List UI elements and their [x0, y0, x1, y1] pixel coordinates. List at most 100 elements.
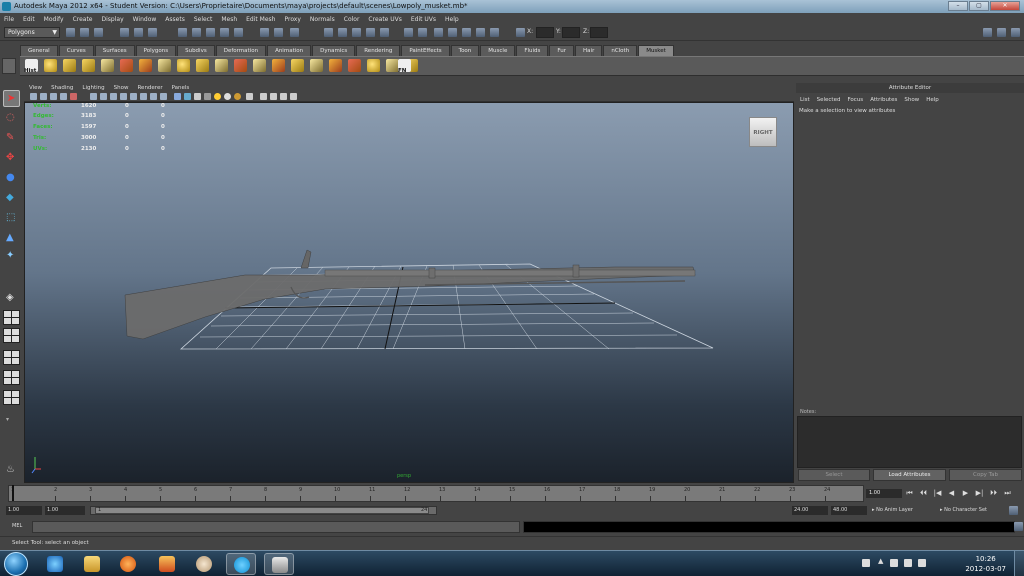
go-to-end-button[interactable]: ⏭ — [1002, 488, 1013, 498]
select-by-component-icon[interactable] — [148, 28, 157, 37]
tab-general[interactable]: General — [20, 45, 58, 56]
tab-deformation[interactable]: Deformation — [215, 45, 267, 56]
xray-joints-icon[interactable] — [260, 93, 267, 100]
menu-create[interactable]: Create — [73, 16, 93, 23]
menu-select[interactable]: Select — [194, 16, 213, 23]
volume-icon[interactable] — [918, 559, 926, 567]
menu-assets[interactable]: Assets — [165, 16, 185, 23]
smooth-wireframe-icon[interactable] — [290, 93, 297, 100]
range-slider-handle[interactable] — [95, 507, 429, 514]
taskbar-skype[interactable] — [226, 553, 256, 575]
lasso-tool-button[interactable]: ◌ — [3, 110, 20, 127]
time-slider[interactable]: 1 2 3 4 5 6 7 8 9 10 11 12 13 14 15 16 1… — [8, 485, 864, 502]
persp-graph-layout-button[interactable] — [3, 350, 20, 365]
layer-editor-toggle-icon[interactable] — [476, 28, 485, 37]
tab-ncloth[interactable]: nCloth — [603, 45, 638, 56]
hypershade-icon[interactable] — [380, 28, 389, 37]
playback-start-field[interactable]: 1.00 — [45, 506, 85, 515]
attr-menu-selected[interactable]: Selected — [817, 97, 841, 103]
insert-edge-loop-icon[interactable] — [291, 59, 304, 72]
tool-settings-toggle-icon[interactable] — [448, 28, 457, 37]
toggle-attribute-editor-icon[interactable] — [1011, 28, 1020, 37]
attr-menu-list[interactable]: List — [800, 97, 810, 103]
merge-vertices-icon[interactable] — [329, 59, 342, 72]
backface-culling-icon[interactable] — [280, 93, 287, 100]
hypershade-layout-button[interactable] — [3, 370, 20, 385]
persp-outliner-layout-button[interactable] — [3, 328, 20, 343]
attr-menu-attributes[interactable]: Attributes — [870, 97, 897, 103]
bevel-icon[interactable] — [348, 59, 361, 72]
panel-menu-view[interactable]: View — [29, 85, 42, 91]
xray-icon[interactable] — [184, 93, 191, 100]
mel-command-input[interactable] — [32, 521, 520, 533]
render-settings-icon[interactable] — [366, 28, 375, 37]
menu-help[interactable]: Help — [445, 16, 459, 23]
step-back-key-button[interactable]: ⏴⏴ — [918, 488, 929, 498]
bookmarks-icon[interactable] — [50, 93, 57, 100]
menu-edit-uvs[interactable]: Edit UVs — [411, 16, 436, 23]
select-by-hierarchy-icon[interactable] — [120, 28, 129, 37]
history-icon[interactable] — [290, 28, 299, 37]
playback-end-field[interactable]: 24.00 — [792, 506, 828, 515]
script-editor-icon[interactable] — [1014, 522, 1023, 531]
menu-set-dropdown[interactable]: Polygons ▼ — [4, 27, 60, 38]
menu-create-uvs[interactable]: Create UVs — [368, 16, 401, 23]
move-tool-button[interactable]: ✥ — [3, 150, 20, 167]
system-clock[interactable]: 10:26 2012-03-07 — [965, 554, 1006, 574]
smooth-icon[interactable] — [177, 59, 190, 72]
smooth-shade-icon[interactable] — [160, 93, 167, 100]
absolute-transform-icon[interactable] — [516, 28, 525, 37]
attr-menu-help[interactable]: Help — [926, 97, 939, 103]
attr-menu-focus[interactable]: Focus — [847, 97, 863, 103]
current-time-marker[interactable] — [12, 485, 14, 501]
taskbar-file-explorer[interactable] — [77, 553, 107, 575]
scene-tool-button[interactable]: ♨ — [3, 462, 20, 479]
append-polygon-icon[interactable] — [253, 59, 266, 72]
tab-surfaces[interactable]: Surfaces — [94, 45, 135, 56]
extract-icon[interactable] — [158, 59, 171, 72]
maximize-button[interactable]: ▢ — [969, 1, 989, 11]
panel-menu-renderer[interactable]: Renderer — [137, 85, 162, 91]
taskbar-app-orange[interactable] — [152, 553, 182, 575]
mirror-icon[interactable] — [196, 59, 209, 72]
step-back-frame-button[interactable]: |◀ — [932, 488, 943, 498]
isolate-select-icon[interactable] — [246, 93, 253, 100]
menu-normals[interactable]: Normals — [310, 16, 335, 23]
paint-select-tool-button[interactable]: ✎ — [3, 130, 20, 147]
wireframe-on-shaded-icon[interactable] — [174, 93, 181, 100]
perspective-viewport[interactable]: Verts: 1620 0 0 Edges: 3183 0 0 Faces: 1… — [24, 102, 794, 483]
film-gate-icon[interactable] — [90, 93, 97, 100]
snap-curve-icon[interactable] — [192, 28, 201, 37]
ipr-render-icon[interactable] — [352, 28, 361, 37]
menu-mesh[interactable]: Mesh — [221, 16, 237, 23]
menu-edit[interactable]: Edit — [23, 16, 35, 23]
network-icon[interactable] — [904, 559, 912, 567]
panel-menu-panels[interactable]: Panels — [172, 85, 190, 91]
textured-icon[interactable] — [194, 93, 201, 100]
taskbar-paint[interactable] — [189, 553, 219, 575]
action-center-flag-icon[interactable] — [890, 559, 898, 567]
tab-musket[interactable]: Musket — [638, 45, 674, 56]
shadows-icon[interactable] — [214, 93, 221, 100]
play-backwards-button[interactable]: ◀ — [946, 488, 957, 498]
z-field[interactable] — [590, 27, 608, 38]
poly-cube-icon[interactable] — [63, 59, 76, 72]
save-scene-icon[interactable] — [94, 28, 103, 37]
tab-toon[interactable]: Toon — [450, 45, 480, 56]
taskbar-maya[interactable] — [264, 553, 294, 575]
render-frame-icon[interactable] — [338, 28, 347, 37]
use-all-lights-icon[interactable] — [204, 93, 211, 100]
modeling-toolkit-icon[interactable] — [490, 28, 499, 37]
toggle-sidebar-right-icon[interactable] — [983, 28, 992, 37]
attr-menu-show[interactable]: Show — [904, 97, 919, 103]
step-forward-frame-button[interactable]: ▶| — [974, 488, 985, 498]
panel-menu-show[interactable]: Show — [114, 85, 129, 91]
uv-editor-icon[interactable] — [367, 59, 380, 72]
select-camera-icon[interactable] — [30, 93, 37, 100]
tab-rendering[interactable]: Rendering — [356, 45, 401, 56]
start-button[interactable] — [4, 552, 28, 576]
menu-edit-mesh[interactable]: Edit Mesh — [246, 16, 275, 23]
output-ops-icon[interactable] — [274, 28, 283, 37]
notes-field[interactable] — [797, 416, 1022, 468]
image-plane-icon[interactable] — [60, 93, 67, 100]
